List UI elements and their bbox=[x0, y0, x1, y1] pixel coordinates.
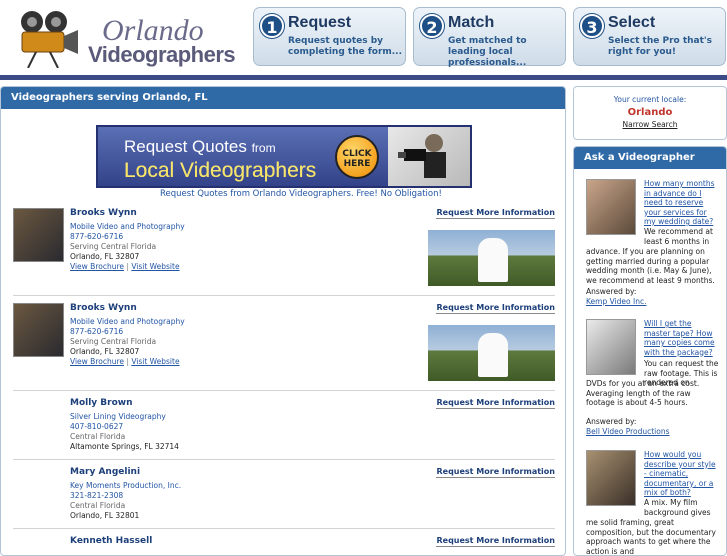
listing-phone: 321-821-2308 bbox=[70, 491, 124, 500]
listing-item: Brooks Wynn Mobile Video and Photography… bbox=[13, 208, 555, 288]
step-title: Match bbox=[448, 14, 495, 31]
listing-area: Serving Central Florida bbox=[70, 242, 157, 251]
listing-city: Orlando, FL 32801 bbox=[70, 511, 140, 520]
locale-box: Your current locale: Orlando Narrow Sear… bbox=[573, 86, 727, 140]
film-camera-icon bbox=[21, 11, 78, 68]
divider bbox=[13, 295, 555, 296]
question-link[interactable]: How would you describe your style - cine… bbox=[644, 450, 720, 498]
listing-name[interactable]: Brooks Wynn bbox=[70, 208, 137, 218]
listing-item: Brooks Wynn Mobile Video and Photography… bbox=[13, 303, 555, 383]
answer-text: A mix. My film background gives bbox=[644, 498, 711, 517]
avatar bbox=[13, 303, 64, 357]
request-info-link[interactable]: Request More Information bbox=[436, 303, 555, 314]
step-desc: Get matched to leading local professiona… bbox=[448, 36, 527, 68]
step-title: Request bbox=[288, 14, 352, 31]
step-number: 1 bbox=[260, 14, 284, 38]
wedding-photo bbox=[428, 325, 555, 381]
answer-text: DVDs for you at an extra cost. Averaging… bbox=[586, 379, 700, 407]
listing-company[interactable]: Mobile Video and Photography bbox=[70, 317, 185, 326]
answer-text: me solid framing, great composition, but… bbox=[586, 518, 716, 556]
step-number: 3 bbox=[580, 14, 604, 38]
listing-phone: 877-620-6716 bbox=[70, 232, 124, 241]
listing-name[interactable]: Brooks Wynn bbox=[70, 303, 137, 313]
couple-photo bbox=[586, 179, 636, 235]
listing-city: Altamonte Springs, FL 32714 bbox=[70, 442, 179, 451]
listing-area: Serving Central Florida bbox=[70, 337, 157, 346]
view-brochure-link[interactable]: View Brochure bbox=[70, 262, 124, 271]
person-photo bbox=[586, 450, 636, 506]
listing-phone: 407-810-0627 bbox=[70, 422, 124, 431]
site-logo[interactable]: Orlando Videographers bbox=[10, 6, 250, 68]
site-header: Orlando Videographers 1 Request Request … bbox=[0, 0, 727, 76]
wedding-photo bbox=[428, 230, 555, 286]
listing-item: Mary Angelini Key Moments Production, In… bbox=[13, 467, 555, 522]
step-match[interactable]: 2 Match Get matched to leading local pro… bbox=[413, 7, 566, 68]
visit-website-link[interactable]: Visit Website bbox=[131, 357, 179, 366]
banner-line1-text: Request Quotes bbox=[124, 137, 247, 156]
listing-city: Orlando, FL 32807 bbox=[70, 347, 140, 356]
view-brochure-link[interactable]: View Brochure bbox=[70, 357, 124, 366]
videographer-photo bbox=[586, 319, 636, 375]
step-title: Select bbox=[608, 14, 656, 31]
listing-name[interactable]: Molly Brown bbox=[70, 398, 133, 408]
listing-area: Central Florida bbox=[70, 501, 126, 510]
listing-company[interactable]: Mobile Video and Photography bbox=[70, 222, 185, 231]
banner-tagline[interactable]: Request Quotes from Orlando Videographer… bbox=[160, 189, 442, 199]
narrow-search-link[interactable]: Narrow Search bbox=[574, 120, 726, 129]
visit-website-link[interactable]: Visit Website bbox=[131, 262, 179, 271]
link-separator: | bbox=[126, 357, 129, 366]
answer-text: advance. If you are planning on getting … bbox=[586, 247, 715, 285]
main-panel: Videographers serving Orlando, FL Reques… bbox=[0, 86, 566, 556]
listing-item: Kenneth Hassell Request More Information bbox=[13, 536, 555, 556]
main-heading: Videographers serving Orlando, FL bbox=[1, 87, 565, 109]
request-info-link[interactable]: Request More Information bbox=[436, 398, 555, 409]
request-info-link[interactable]: Request More Information bbox=[436, 208, 555, 219]
answered-by-link[interactable]: Kemp Video Inc. bbox=[586, 297, 646, 306]
step-desc: Select the Pro that's right for you! bbox=[608, 36, 713, 57]
request-quotes-banner[interactable]: Request Quotes from Local Videographers … bbox=[96, 125, 472, 188]
banner-line2: Local Videographers bbox=[124, 159, 317, 182]
step-request[interactable]: 1 Request Request quotes by completing t… bbox=[253, 7, 406, 66]
avatar bbox=[13, 208, 64, 262]
request-info-link[interactable]: Request More Information bbox=[436, 536, 555, 547]
divider bbox=[13, 459, 555, 460]
locale-city: Orlando bbox=[627, 107, 673, 118]
question-link[interactable]: How many months in advance do I need to … bbox=[644, 179, 720, 227]
locale-label: Your current locale: bbox=[613, 95, 687, 104]
listing-area: Central Florida bbox=[70, 432, 126, 441]
listing-item: Molly Brown Silver Lining Videography 40… bbox=[13, 398, 555, 453]
listing-name[interactable]: Mary Angelini bbox=[70, 467, 140, 477]
listing-links: View Brochure | Visit Website bbox=[70, 357, 180, 366]
step-desc: Request quotes by completing the form... bbox=[288, 36, 403, 57]
step-select[interactable]: 3 Select Select the Pro that's right for… bbox=[573, 7, 726, 66]
logo-videographers: Videographers bbox=[88, 42, 236, 67]
link-separator: | bbox=[126, 262, 129, 271]
banner-photo bbox=[388, 127, 470, 186]
ask-videographer-panel: Ask a Videographer How many months in ad… bbox=[573, 146, 727, 556]
divider bbox=[13, 390, 555, 391]
listing-company[interactable]: Silver Lining Videography bbox=[70, 412, 166, 421]
question-link[interactable]: Will I get the master tape? How many cop… bbox=[644, 319, 720, 357]
answer-text: We recommend at least 6 months in bbox=[644, 227, 713, 246]
listing-links: View Brochure | Visit Website bbox=[70, 262, 180, 271]
answered-by-label: Answered by: bbox=[586, 287, 637, 296]
banner-line1-small: from bbox=[251, 141, 276, 155]
ask-heading: Ask a Videographer bbox=[574, 147, 726, 169]
header-divider bbox=[0, 75, 727, 80]
request-info-link[interactable]: Request More Information bbox=[436, 467, 555, 478]
listing-company[interactable]: Key Moments Production, Inc. bbox=[70, 481, 181, 490]
listing-phone: 877-620-6716 bbox=[70, 327, 124, 336]
listing-city: Orlando, FL 32807 bbox=[70, 252, 140, 261]
banner-line1: Request Quotes from bbox=[124, 137, 276, 157]
videographer-image-icon bbox=[398, 134, 446, 178]
answered-by-label: Answered by: bbox=[586, 417, 637, 426]
click-here-button[interactable]: CLICK HERE bbox=[335, 135, 379, 179]
answered-by-link[interactable]: Bell Video Productions bbox=[586, 427, 670, 436]
step-number: 2 bbox=[420, 14, 444, 38]
divider bbox=[13, 528, 555, 529]
